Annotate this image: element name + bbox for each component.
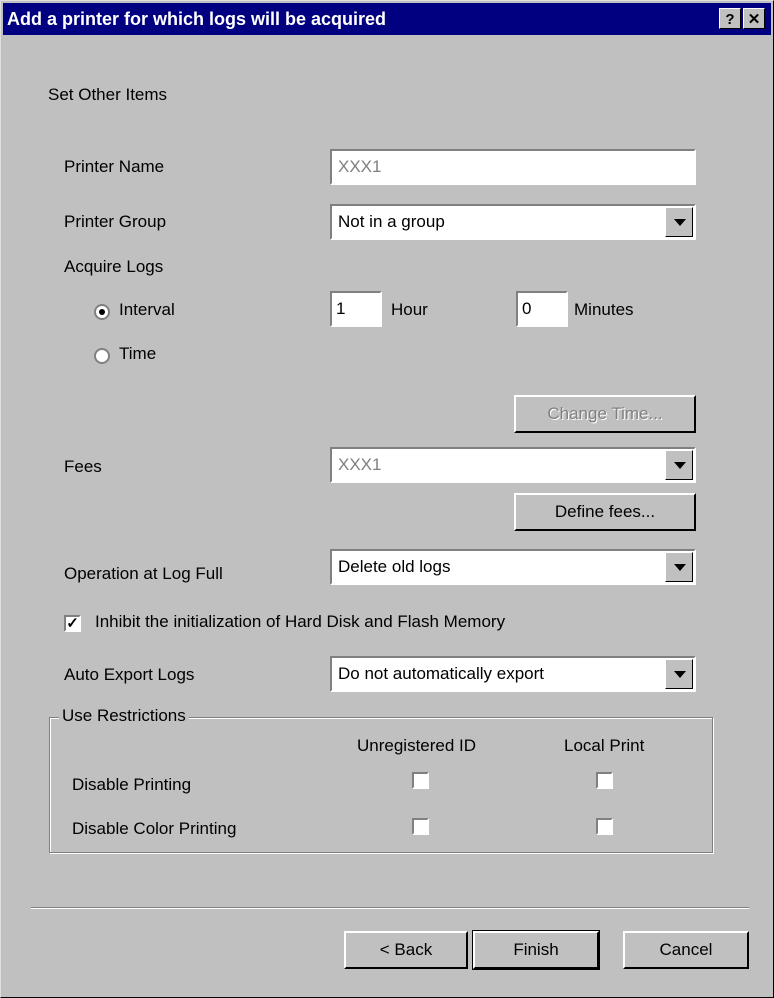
define-fees-button[interactable]: Define fees...: [514, 493, 696, 531]
window-title: Add a printer for which logs will be acq…: [7, 9, 387, 29]
row-disable-printing: Disable Printing: [72, 775, 192, 794]
printer-group-select[interactable]: Not in a group: [330, 204, 696, 240]
chevron-down-icon[interactable]: [665, 552, 693, 582]
printer-name-field[interactable]: XXX1: [330, 149, 696, 185]
operation-log-full-value: Delete old logs: [338, 557, 451, 576]
disable-color-local-checkbox[interactable]: [596, 818, 613, 835]
printer-name-label: Printer Name: [64, 157, 165, 176]
fees-value: XXX1: [338, 455, 382, 474]
col-unregistered-id: Unregistered ID: [357, 736, 477, 755]
time-radio[interactable]: [94, 348, 110, 364]
cancel-button[interactable]: Cancel: [623, 931, 749, 969]
fees-label: Fees: [64, 457, 102, 476]
row-disable-color-printing: Disable Color Printing: [72, 819, 237, 838]
finish-button[interactable]: Finish: [472, 930, 600, 970]
operation-log-full-select[interactable]: Delete old logs: [330, 549, 696, 585]
help-button[interactable]: ?: [719, 8, 741, 29]
title-bar: Add a printer for which logs will be acq…: [3, 3, 771, 35]
chevron-down-icon[interactable]: [665, 450, 693, 480]
auto-export-select[interactable]: Do not automatically export: [330, 656, 696, 692]
disable-printing-local-checkbox[interactable]: [596, 772, 613, 789]
inhibit-label: Inhibit the initialization of Hard Disk …: [95, 612, 506, 631]
printer-group-label: Printer Group: [64, 212, 167, 231]
dialog-window: Add a printer for which logs will be acq…: [0, 0, 774, 998]
time-label: Time: [119, 344, 157, 363]
minutes-unit-label: Minutes: [574, 300, 634, 319]
col-local-print: Local Print: [564, 736, 645, 755]
acquire-logs-label: Acquire Logs: [64, 257, 164, 276]
interval-label: Interval: [119, 300, 175, 319]
inhibit-checkbox[interactable]: ✓: [64, 615, 81, 632]
operation-log-full-label: Operation at Log Full: [64, 564, 223, 583]
auto-export-label: Auto Export Logs: [64, 665, 195, 684]
close-button[interactable]: ✕: [743, 8, 765, 29]
disable-printing-unregistered-checkbox[interactable]: [412, 772, 429, 789]
disable-color-unregistered-checkbox[interactable]: [412, 818, 429, 835]
interval-radio[interactable]: [94, 304, 110, 320]
hour-field[interactable]: 1: [330, 291, 382, 327]
chevron-down-icon[interactable]: [665, 207, 693, 237]
section-title: Set Other Items: [48, 85, 168, 104]
fees-select[interactable]: XXX1: [330, 447, 696, 483]
use-restrictions-title: Use Restrictions: [59, 706, 189, 726]
footer-divider: [31, 907, 749, 909]
change-time-button[interactable]: Change Time...: [514, 395, 696, 433]
hour-unit-label: Hour: [391, 300, 428, 319]
chevron-down-icon[interactable]: [665, 659, 693, 689]
minutes-field[interactable]: 0: [516, 291, 568, 327]
back-button[interactable]: < Back: [344, 931, 468, 969]
printer-group-value: Not in a group: [338, 212, 445, 231]
auto-export-value: Do not automatically export: [338, 664, 544, 683]
